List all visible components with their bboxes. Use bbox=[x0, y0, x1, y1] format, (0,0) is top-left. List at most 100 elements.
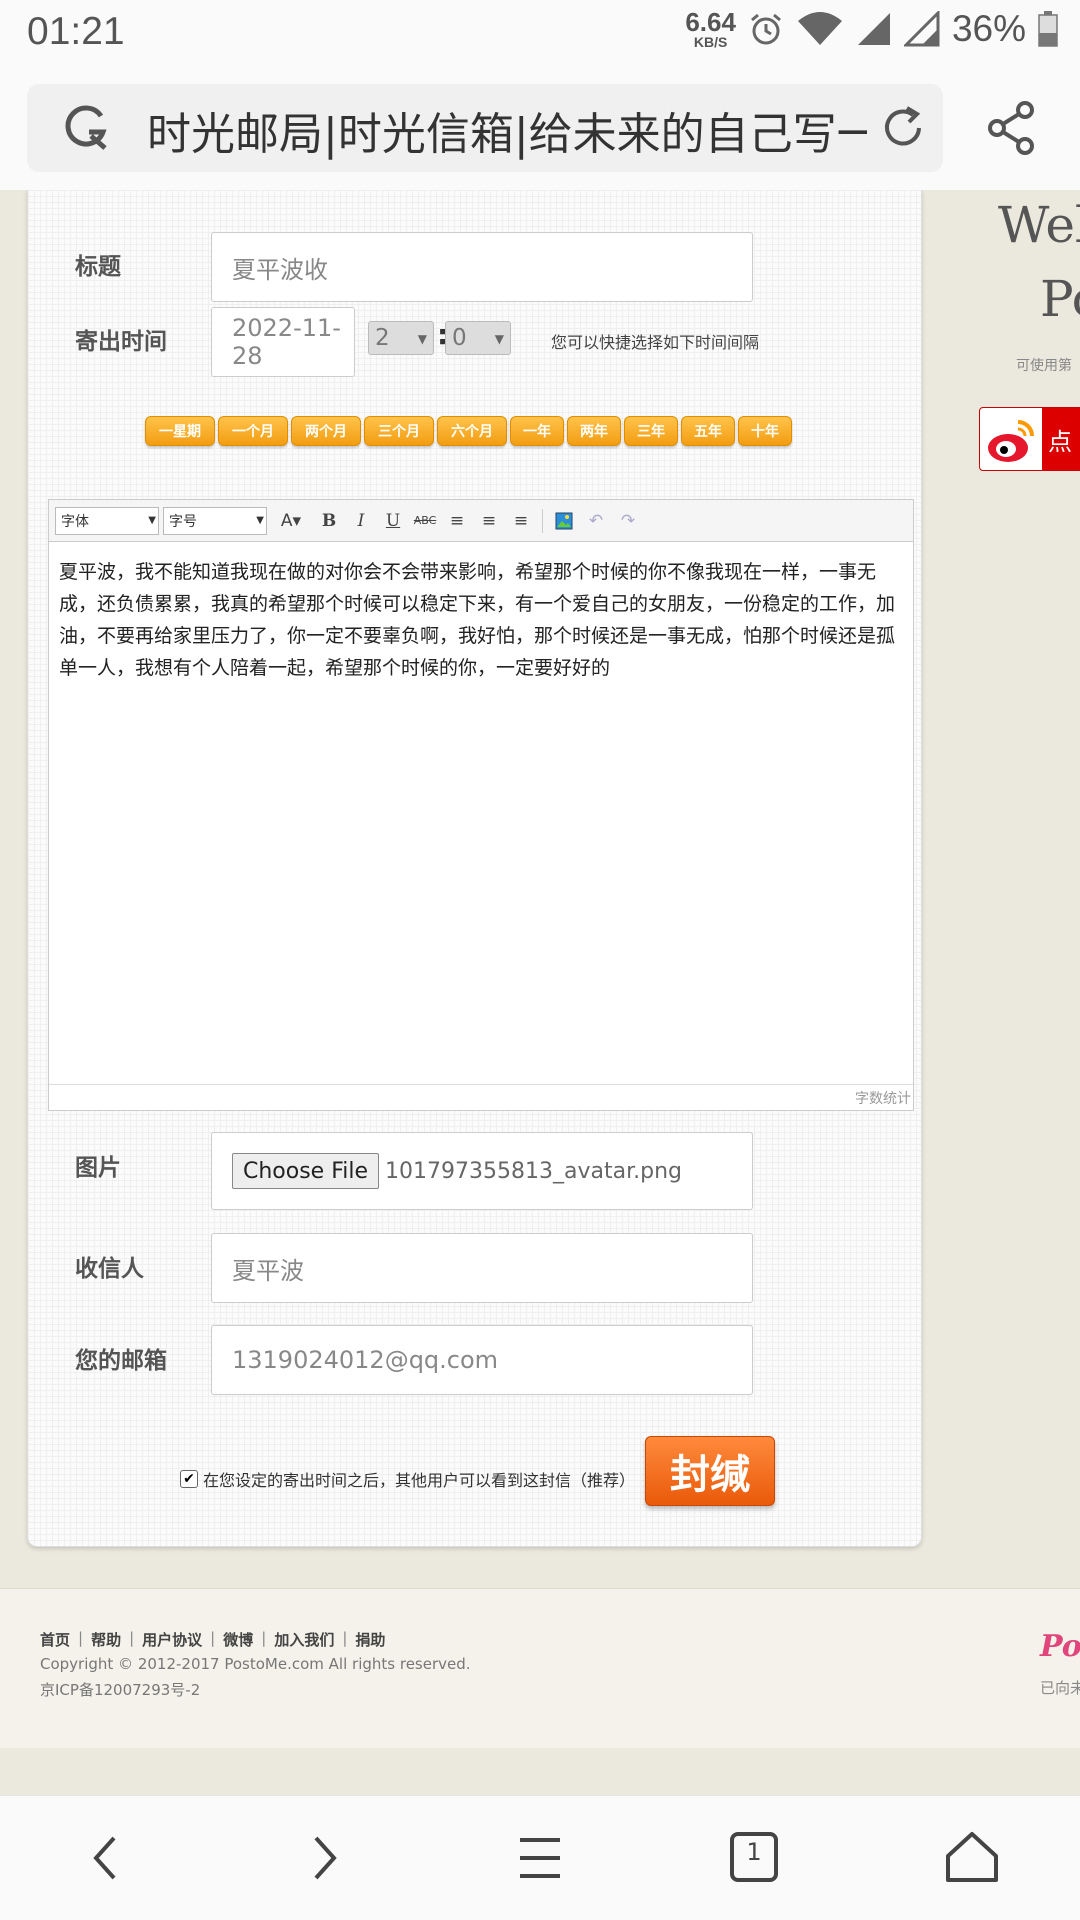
footer-links: 首页 | 帮助 | 用户协议 | 微博 | 加入我们 | 捐助 bbox=[40, 1629, 385, 1650]
side-title-line2: Po bbox=[1040, 270, 1080, 328]
status-time: 01:21 bbox=[27, 10, 125, 53]
weibo-button[interactable]: 点 bbox=[979, 407, 1080, 471]
tabs-button[interactable]: 1 bbox=[723, 1826, 787, 1890]
align-right-icon[interactable]: ≡ bbox=[507, 507, 535, 535]
quick-btn-one-month[interactable]: 一个月 bbox=[218, 416, 288, 446]
editor-footer: 字数统计 bbox=[49, 1084, 913, 1110]
net-speed-unit: KB/S bbox=[693, 34, 728, 50]
footer-separator: | bbox=[129, 1629, 135, 1647]
browser-toolbar: 时光邮局|时光信箱|给未来的自己写一 bbox=[0, 66, 1080, 190]
strikethrough-icon[interactable]: ABC bbox=[411, 507, 439, 535]
chevron-down-icon: ▼ bbox=[148, 514, 156, 526]
quick-btn-one-year[interactable]: 一年 bbox=[510, 416, 564, 446]
font-color-icon[interactable]: A▾ bbox=[271, 507, 311, 535]
editor-toolbar: 字体 ▼ 字号 ▼ A▾ B I U ABC ≡ ≡ ≡ ↶ ↷ bbox=[49, 500, 913, 542]
recipient-label: 收信人 bbox=[75, 1256, 144, 1282]
bold-icon[interactable]: B bbox=[315, 507, 343, 535]
title-input[interactable]: 夏平波收 bbox=[211, 232, 753, 302]
italic-icon[interactable]: I bbox=[347, 507, 375, 535]
align-left-icon[interactable]: ≡ bbox=[443, 507, 471, 535]
quick-btn-three-years[interactable]: 三年 bbox=[624, 416, 678, 446]
quick-btn-ten-years[interactable]: 十年 bbox=[738, 416, 792, 446]
weibo-icon bbox=[988, 420, 1034, 462]
recipient-input[interactable]: 夏平波 bbox=[211, 1233, 753, 1303]
footer-separator: | bbox=[78, 1629, 84, 1647]
footer-separator: | bbox=[261, 1629, 267, 1647]
font-size-select[interactable]: 字号 ▼ bbox=[163, 506, 267, 535]
letter-form: 标题 夏平波收 寄出时间 2022-11-28 2 ▼ : 0 ▼ 您可以快捷选择如… bbox=[27, 190, 922, 1547]
redo-icon[interactable]: ↷ bbox=[614, 507, 642, 535]
forward-icon[interactable] bbox=[290, 1826, 354, 1890]
quick-btn-six-months[interactable]: 六个月 bbox=[437, 416, 507, 446]
title-label: 标题 bbox=[75, 254, 121, 280]
font-family-select[interactable]: 字体 ▼ bbox=[55, 506, 159, 535]
choose-file-button[interactable]: Choose File bbox=[232, 1153, 380, 1189]
status-icons: 6.64 KB/S 36% bbox=[685, 8, 1058, 50]
word-count: 字数统计 bbox=[855, 1091, 911, 1107]
email-label: 您的邮箱 bbox=[75, 1348, 167, 1374]
send-time-label: 寄出时间 bbox=[75, 329, 167, 355]
search-engine-icon[interactable] bbox=[61, 102, 113, 154]
font-family-value: 字体 bbox=[61, 513, 89, 530]
quick-btn-three-months[interactable]: 三个月 bbox=[364, 416, 434, 446]
email-input[interactable]: 1319024012@qq.com bbox=[211, 1325, 753, 1395]
page-content: 标题 夏平波收 寄出时间 2022-11-28 2 ▼ : 0 ▼ 您可以快捷选择如… bbox=[0, 190, 1080, 1795]
image-label: 图片 bbox=[75, 1155, 121, 1181]
align-center-icon[interactable]: ≡ bbox=[475, 507, 503, 535]
hour-select[interactable]: 2 ▼ bbox=[368, 321, 434, 355]
home-icon[interactable] bbox=[940, 1826, 1004, 1890]
chevron-down-icon: ▼ bbox=[417, 332, 427, 346]
share-icon[interactable] bbox=[985, 100, 1037, 156]
hour-value: 2 bbox=[375, 325, 390, 351]
chevron-down-icon: ▼ bbox=[494, 332, 504, 346]
footer-side-text: 已向未 bbox=[1040, 1679, 1080, 1697]
public-checkbox[interactable]: ✔ bbox=[180, 1470, 198, 1488]
footer-link-weibo[interactable]: 微博 bbox=[223, 1629, 253, 1650]
minute-value: 0 bbox=[452, 325, 467, 351]
editor-content[interactable]: 夏平波，我不能知道我现在做的对你会不会带来影响，希望那个时候的你不像我现在一样，… bbox=[59, 556, 907, 684]
underline-icon[interactable]: U bbox=[379, 507, 407, 535]
browser-nav-bar: 1 bbox=[0, 1795, 1080, 1920]
status-bar: 01:21 6.64 KB/S 36% bbox=[0, 0, 1080, 66]
letter-editor: 字体 ▼ 字号 ▼ A▾ B I U ABC ≡ ≡ ≡ ↶ ↷ 夏平波，我不能知道… bbox=[48, 499, 914, 1111]
net-speed: 6.64 KB/S bbox=[685, 9, 736, 49]
quick-btn-two-months[interactable]: 两个月 bbox=[291, 416, 361, 446]
quick-select-hint: 您可以快捷选择如下时间间隔 bbox=[551, 333, 760, 352]
net-speed-value: 6.64 bbox=[685, 7, 736, 37]
wifi-icon bbox=[797, 12, 842, 45]
footer-link-join[interactable]: 加入我们 bbox=[274, 1629, 334, 1650]
site-footer: 首页 | 帮助 | 用户协议 | 微博 | 加入我们 | 捐助 Copyright © 2… bbox=[0, 1588, 1080, 1748]
footer-link-help[interactable]: 帮助 bbox=[91, 1629, 121, 1650]
chevron-down-icon: ▼ bbox=[256, 514, 264, 526]
menu-icon[interactable] bbox=[508, 1826, 572, 1890]
signal-icon bbox=[857, 13, 890, 45]
quick-btn-five-years[interactable]: 五年 bbox=[681, 416, 735, 446]
send-date-input[interactable]: 2022-11-28 bbox=[211, 307, 355, 377]
footer-copyright: Copyright © 2012-2017 PostoMe.com All ri… bbox=[40, 1655, 471, 1673]
battery-icon bbox=[1038, 11, 1058, 47]
insert-image-icon[interactable] bbox=[550, 507, 578, 535]
footer-link-donate[interactable]: 捐助 bbox=[355, 1629, 385, 1650]
footer-link-terms[interactable]: 用户协议 bbox=[142, 1629, 202, 1650]
toolbar-separator bbox=[542, 508, 543, 533]
address-bar[interactable]: 时光邮局|时光信箱|给未来的自己写一 bbox=[27, 84, 943, 172]
footer-logo: Po bbox=[1040, 1629, 1080, 1664]
reload-icon[interactable] bbox=[877, 102, 929, 154]
public-note: 在您设定的寄出时间之后，其他用户可以看到这封信（推荐） bbox=[203, 1471, 636, 1490]
public-option: ✔ 在您设定的寄出时间之后，其他用户可以看到这封信（推荐） bbox=[180, 1467, 635, 1491]
seal-button[interactable]: 封缄 bbox=[645, 1436, 775, 1506]
alarm-icon bbox=[750, 13, 781, 45]
quick-interval-buttons: 一星期 一个月 两个月 三个月 六个月 一年 两年 三年 五年 十年 bbox=[145, 416, 792, 446]
quick-btn-one-week[interactable]: 一星期 bbox=[145, 416, 215, 446]
footer-separator: | bbox=[342, 1629, 348, 1647]
signal-icon-2 bbox=[903, 11, 940, 47]
quick-btn-two-years[interactable]: 两年 bbox=[567, 416, 621, 446]
weibo-label: 点 bbox=[1042, 408, 1080, 470]
back-icon[interactable] bbox=[76, 1826, 140, 1890]
minute-select[interactable]: 0 ▼ bbox=[445, 321, 511, 355]
image-file-input: Choose File 101797355813_avatar.png bbox=[211, 1132, 753, 1210]
page-title[interactable]: 时光邮局|时光信箱|给未来的自己写一 bbox=[147, 98, 867, 162]
undo-icon[interactable]: ↶ bbox=[582, 507, 610, 535]
footer-link-home[interactable]: 首页 bbox=[40, 1629, 70, 1650]
footer-icp[interactable]: 京ICP备12007293号-2 bbox=[40, 1679, 200, 1700]
